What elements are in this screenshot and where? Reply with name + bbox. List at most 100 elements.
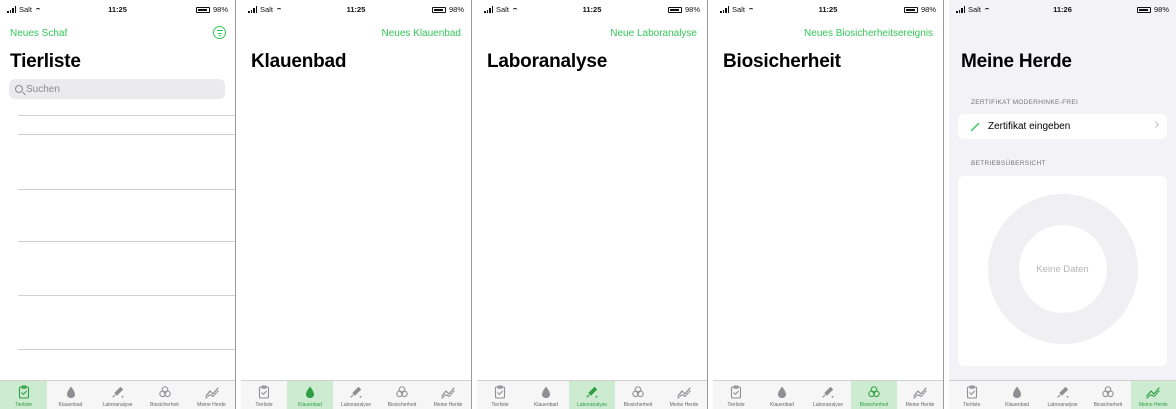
battery-icon (903, 6, 918, 13)
drop-icon (302, 384, 318, 400)
clipboard-check-icon (16, 384, 32, 400)
new-biosecurity-event-button[interactable]: Neues Biosicherheitsereignis (804, 28, 933, 39)
tab-tierliste[interactable]: Tierliste (241, 381, 287, 409)
tab-label: Laboranalyse (1047, 402, 1078, 408)
page-title: Laboranalyse (487, 51, 608, 72)
tab-laboranalyse[interactable]: Laboranalyse (94, 381, 141, 409)
tab-label: Meine Herde (669, 402, 699, 408)
tab-tierliste[interactable]: Tierliste (949, 381, 994, 409)
new-sheep-button[interactable]: Neues Schaf (10, 28, 67, 39)
status-bar: Salt 11:25 98% (241, 4, 471, 16)
tab-label: Klauenbad (58, 402, 83, 408)
pencil-icon (970, 122, 980, 131)
enter-certificate-row[interactable]: Zertifikat eingeben (958, 114, 1167, 139)
tab-label: Tierliste (255, 402, 273, 408)
page-title: Klauenbad (251, 51, 347, 72)
tab-meine-herde[interactable]: Meine Herde (425, 381, 471, 409)
tab-biosicherheit[interactable]: Biosicherheit (615, 381, 661, 409)
battery-icon (1136, 6, 1151, 13)
search-input[interactable]: Suchen (9, 79, 225, 99)
clipboard-check-icon (728, 384, 744, 400)
pipette-icon (348, 384, 364, 400)
chart-line-icon (1145, 384, 1161, 400)
battery-label: 98% (684, 5, 700, 14)
tab-bar: Tierliste Klauenbad Laboranalyse Biosicherh… (713, 380, 943, 409)
tab-label: Tierliste (727, 402, 745, 408)
tab-meine-herde[interactable]: Meine Herde (1130, 381, 1176, 409)
battery-label: 98% (920, 5, 936, 14)
biohazard-icon (157, 384, 173, 400)
screen-tierliste: Salt 11:25 98% Neues Schaf Tierliste Suc… (0, 0, 236, 409)
battery-icon (667, 6, 682, 13)
tab-meine-herde[interactable]: Meine Herde (897, 381, 943, 409)
page-title: Tierliste (10, 51, 81, 72)
tab-label: Laboranalyse (576, 402, 608, 408)
new-laboranalyse-button[interactable]: Neue Laboranalyse (610, 28, 697, 39)
search-placeholder: Suchen (26, 83, 60, 95)
tab-klauenbad[interactable]: Klauenbad (523, 381, 569, 409)
status-bar: Salt 11:25 98% (477, 4, 707, 16)
battery-label: 98% (212, 5, 228, 14)
drop-icon (63, 384, 79, 400)
tab-meine-herde[interactable]: Meine Herde (188, 381, 235, 409)
list-separator (18, 349, 235, 350)
tab-laboranalyse[interactable]: Laboranalyse (805, 381, 851, 409)
tab-label: Biosicherheit (623, 402, 653, 408)
tab-meine-herde[interactable]: Meine Herde (661, 381, 707, 409)
biohazard-icon (866, 384, 882, 400)
list-separator (18, 115, 235, 116)
biohazard-icon (394, 384, 410, 400)
screen-biosicherheit: Salt 11:25 98% Neues Biosicherheitsereig… (713, 0, 944, 409)
pipette-icon (1055, 384, 1071, 400)
battery-icon (195, 6, 210, 13)
enter-certificate-label: Zertifikat eingeben (988, 121, 1071, 132)
pipette-icon (584, 384, 600, 400)
tab-tierliste[interactable]: Tierliste (0, 381, 47, 409)
tab-klauenbad[interactable]: Klauenbad (759, 381, 805, 409)
pipette-icon (110, 384, 126, 400)
list-separator (18, 241, 235, 242)
status-bar: Salt 11:26 98% (949, 4, 1176, 16)
tab-klauenbad[interactable]: Klauenbad (287, 381, 333, 409)
tab-biosicherheit[interactable]: Biosicherheit (141, 381, 188, 409)
biohazard-icon (630, 384, 646, 400)
tab-label: Meine Herde (1139, 402, 1168, 408)
tab-label: Klauenbad (1005, 402, 1030, 408)
certificate-section-header: ZERTIFIKAT MODERHINKE-FREI (971, 99, 1079, 106)
clipboard-check-icon (256, 384, 272, 400)
tab-biosicherheit[interactable]: Biosicherheit (851, 381, 897, 409)
tab-label: Meine Herde (905, 402, 935, 408)
tab-klauenbad[interactable]: Klauenbad (47, 381, 94, 409)
list-separator (18, 134, 235, 135)
tab-label: Klauenbad (770, 402, 794, 408)
filter-icon[interactable] (213, 26, 226, 39)
tab-tierliste[interactable]: Tierliste (713, 381, 759, 409)
status-bar: Salt 11:25 98% (0, 4, 235, 16)
chart-line-icon (440, 384, 456, 400)
tab-biosicherheit[interactable]: Biosicherheit (1085, 381, 1130, 409)
screen-laboranalyse: Salt 11:25 98% Neue Laboranalyse Laboran… (477, 0, 708, 409)
tab-label: Tierliste (963, 402, 981, 408)
chart-line-icon (912, 384, 928, 400)
tab-label: Laboranalyse (340, 402, 372, 408)
tab-laboranalyse[interactable]: Laboranalyse (569, 381, 615, 409)
new-klauenbad-button[interactable]: Neues Klauenbad (381, 28, 461, 39)
no-data-label: Keine Daten (1036, 264, 1089, 275)
screen-meine-herde: Salt 11:26 98% Meine Herde ZERTIFIKAT MO… (949, 0, 1176, 409)
chart-line-icon (676, 384, 692, 400)
battery-label: 98% (448, 5, 464, 14)
tab-laboranalyse[interactable]: Laboranalyse (1040, 381, 1085, 409)
status-bar: Salt 11:25 98% (713, 4, 943, 16)
tab-klauenbad[interactable]: Klauenbad (994, 381, 1039, 409)
tab-tierliste[interactable]: Tierliste (477, 381, 523, 409)
tab-bar: Tierliste Klauenbad Laboranalyse Biosicherh… (241, 380, 471, 409)
chart-line-icon (204, 384, 220, 400)
tab-biosicherheit[interactable]: Biosicherheit (379, 381, 425, 409)
biohazard-icon (1100, 384, 1116, 400)
tab-laboranalyse[interactable]: Laboranalyse (333, 381, 379, 409)
list-separator (18, 295, 235, 296)
tab-label: Biosicherheit (150, 402, 179, 408)
chevron-right-icon (1151, 120, 1160, 129)
tab-label: Biosicherheit (387, 402, 417, 408)
pipette-icon (820, 384, 836, 400)
